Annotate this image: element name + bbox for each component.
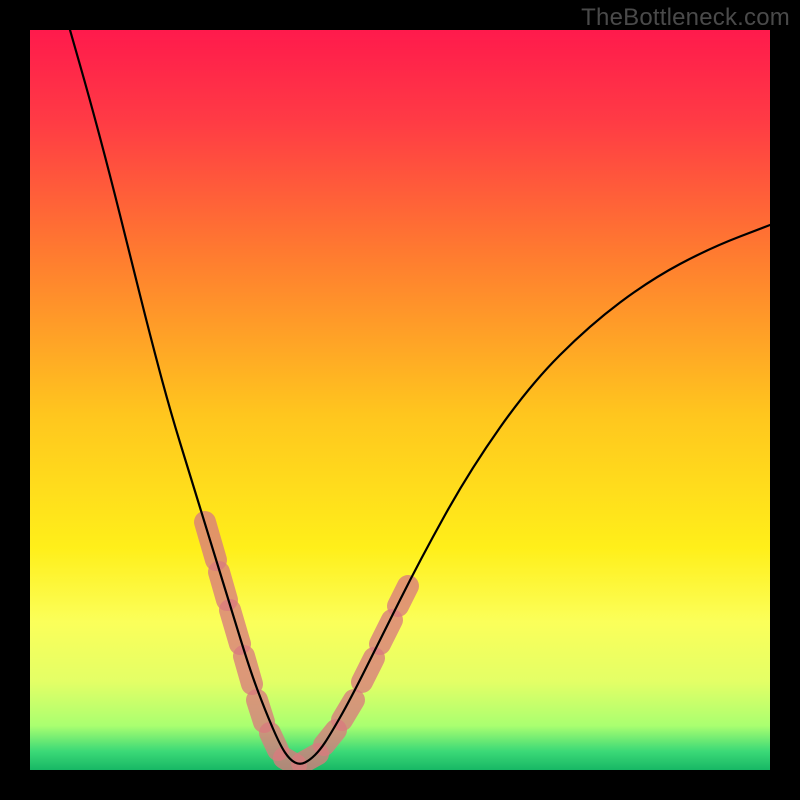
curve-layer bbox=[30, 30, 770, 770]
bottleneck-curve bbox=[70, 30, 770, 764]
plot-area bbox=[30, 30, 770, 770]
watermark-text: TheBottleneck.com bbox=[581, 4, 790, 32]
curve-marker bbox=[380, 620, 392, 644]
outer-frame: TheBottleneck.com bbox=[0, 0, 800, 800]
curve-marker bbox=[230, 610, 240, 644]
